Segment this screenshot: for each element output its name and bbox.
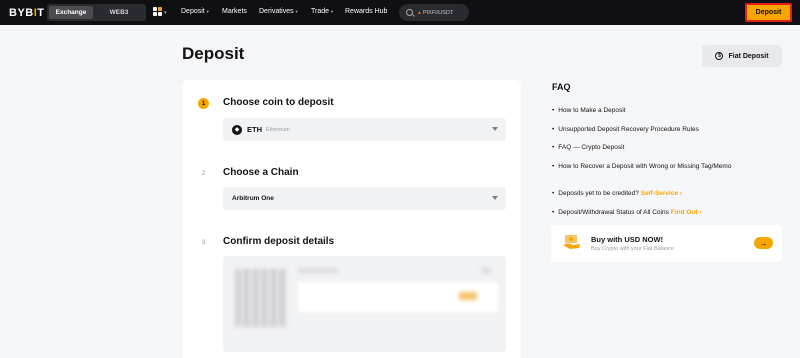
coin-select[interactable]: ◆ ETH Ethereum <box>223 118 506 141</box>
faq-link[interactable]: • Unsupported Deposit Recovery Procedure … <box>552 126 699 133</box>
exchange-web3-switch: Exchange WEB3 <box>47 4 146 21</box>
nav-trade[interactable]: Trade▼ <box>311 8 334 15</box>
nav-derivatives[interactable]: Derivatives▼ <box>259 8 299 15</box>
chevron-down-icon: ▼ <box>330 8 334 14</box>
chevron-down-icon: ▼ <box>205 8 210 14</box>
step-number: 1 <box>198 98 209 109</box>
search-icon <box>406 9 413 16</box>
dollar-icon: $ <box>715 52 724 60</box>
deposit-details-blurred <box>223 256 506 352</box>
page-title: Deposit <box>182 44 245 63</box>
bybit-logo[interactable]: BYBIT <box>9 7 45 19</box>
faq-link[interactable]: • FAQ — Crypto Deposit <box>552 144 624 151</box>
top-nav: BYBIT Exchange WEB3 ▾ Deposit▼ Markets D… <box>0 0 800 25</box>
tab-web3[interactable]: WEB3 <box>97 6 141 19</box>
chain-select[interactable]: Arbitrum One <box>223 187 506 210</box>
buy-usd-promo[interactable]: Buy with USD NOW! Buy Crypto with your F… <box>551 225 782 262</box>
fire-icon: ▲ <box>417 9 422 16</box>
nav-deposit[interactable]: Deposit▼ <box>181 8 210 15</box>
chevron-down-icon <box>492 127 498 131</box>
nav-rewards-hub[interactable]: Rewards Hub <box>345 8 387 15</box>
step-title: Choose coin to deposit <box>223 97 334 108</box>
qr-code <box>235 269 286 327</box>
ethereum-icon: ◆ <box>232 124 242 135</box>
deposit-button[interactable]: Deposit <box>745 3 792 22</box>
deposit-card: 1 Choose coin to deposit ◆ ETH Ethereum … <box>182 80 521 358</box>
tab-exchange[interactable]: Exchange <box>49 6 93 19</box>
chevron-down-icon <box>492 196 498 200</box>
find-out-link[interactable]: Find Out › <box>671 209 702 216</box>
faq-status-item: • Deposits yet to be credited? Self-Servic… <box>552 190 683 197</box>
self-service-link[interactable]: Self-Service › <box>641 190 682 197</box>
step-title: Confirm deposit details <box>223 236 335 247</box>
search-input[interactable]: ▲ PIXFI/USDT <box>399 4 469 21</box>
step-number: 3 <box>201 239 206 246</box>
arrow-right-icon[interactable]: → <box>754 237 773 249</box>
apps-grid-icon[interactable]: ▾ <box>153 7 169 18</box>
fiat-hand-icon <box>563 235 580 249</box>
step-title: Choose a Chain <box>223 167 299 178</box>
blurred-icon <box>481 268 491 273</box>
chevron-down-icon: ▼ <box>294 8 299 14</box>
copy-icon[interactable] <box>459 292 477 300</box>
fiat-deposit-button[interactable]: $ Fiat Deposit <box>702 45 782 67</box>
blurred-label <box>298 268 338 273</box>
faq-link[interactable]: • How to Recover a Deposit with Wrong or … <box>552 163 731 170</box>
nav-markets[interactable]: Markets <box>222 8 247 15</box>
faq-title: FAQ <box>552 82 571 92</box>
step-number: 2 <box>201 170 206 177</box>
faq-link[interactable]: • How to Make a Deposit <box>552 107 625 114</box>
faq-status-item: • Deposit/Withdrawal Status of All Coins F… <box>552 209 702 216</box>
